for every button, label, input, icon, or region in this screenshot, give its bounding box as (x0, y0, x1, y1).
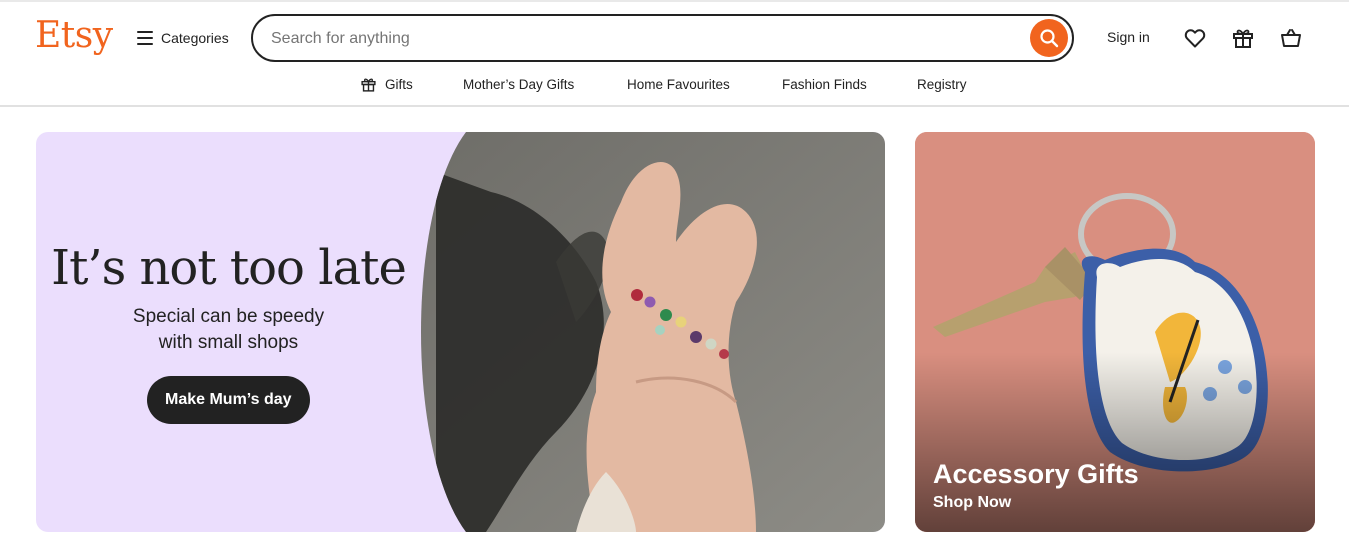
promo-title: Accessory Gifts (933, 459, 1139, 489)
nav-item-label: Home Favourites (627, 76, 730, 92)
nav-item-gifts[interactable]: Gifts (360, 72, 413, 96)
sign-in-link[interactable]: Sign in (1107, 29, 1150, 45)
nav-item-home-favourites[interactable]: Home Favourites (627, 72, 730, 96)
gift-button[interactable] (1231, 26, 1255, 50)
gift-icon (1233, 29, 1253, 48)
search-icon (1040, 29, 1059, 48)
gift-icon (361, 78, 376, 92)
bag-icon (1281, 29, 1301, 47)
nav-item-registry[interactable]: Registry (917, 72, 967, 96)
search-input[interactable] (271, 26, 1011, 52)
shop-now-link[interactable]: Shop Now (933, 494, 1011, 512)
etsy-logo[interactable]: Etsy (35, 14, 113, 58)
nav-item-label: Mother’s Day Gifts (463, 76, 575, 92)
nav-item-label: Fashion Finds (782, 76, 867, 92)
menu-icon (137, 31, 153, 45)
cart-button[interactable] (1279, 26, 1303, 50)
hero-subtitle-line-1: Special can be speedy (132, 306, 325, 327)
heart-icon (1184, 29, 1206, 48)
nav-item-label: Gifts (385, 76, 413, 92)
categories-button[interactable]: Categories (137, 26, 229, 50)
hero-subtitle-line-2: with small shops (158, 332, 299, 353)
hero-title: It’s not too late (51, 240, 407, 296)
site-header: Etsy Categories Sign in (0, 0, 1349, 107)
category-nav: Gifts Mother’s Day Gifts Home Favourites… (0, 72, 1349, 96)
nav-item-label: Registry (917, 76, 967, 92)
hero-banner: It’s not too late Special can be speedy … (36, 132, 885, 532)
nav-item-mothers-day-gifts[interactable]: Mother’s Day Gifts (463, 72, 574, 96)
hero-subtitle: Special can be speedy with small shops (36, 304, 421, 356)
search-bar (251, 14, 1074, 62)
hero-copy: It’s not too late Special can be speedy … (36, 242, 421, 356)
make-mums-day-button[interactable]: Make Mum’s day (147, 376, 310, 424)
nav-item-fashion-finds[interactable]: Fashion Finds (782, 72, 867, 96)
accessory-gifts-card[interactable]: Accessory Gifts Shop Now (915, 132, 1315, 532)
favorites-button[interactable] (1183, 26, 1207, 50)
search-button[interactable] (1030, 19, 1068, 57)
categories-label: Categories (161, 30, 229, 46)
